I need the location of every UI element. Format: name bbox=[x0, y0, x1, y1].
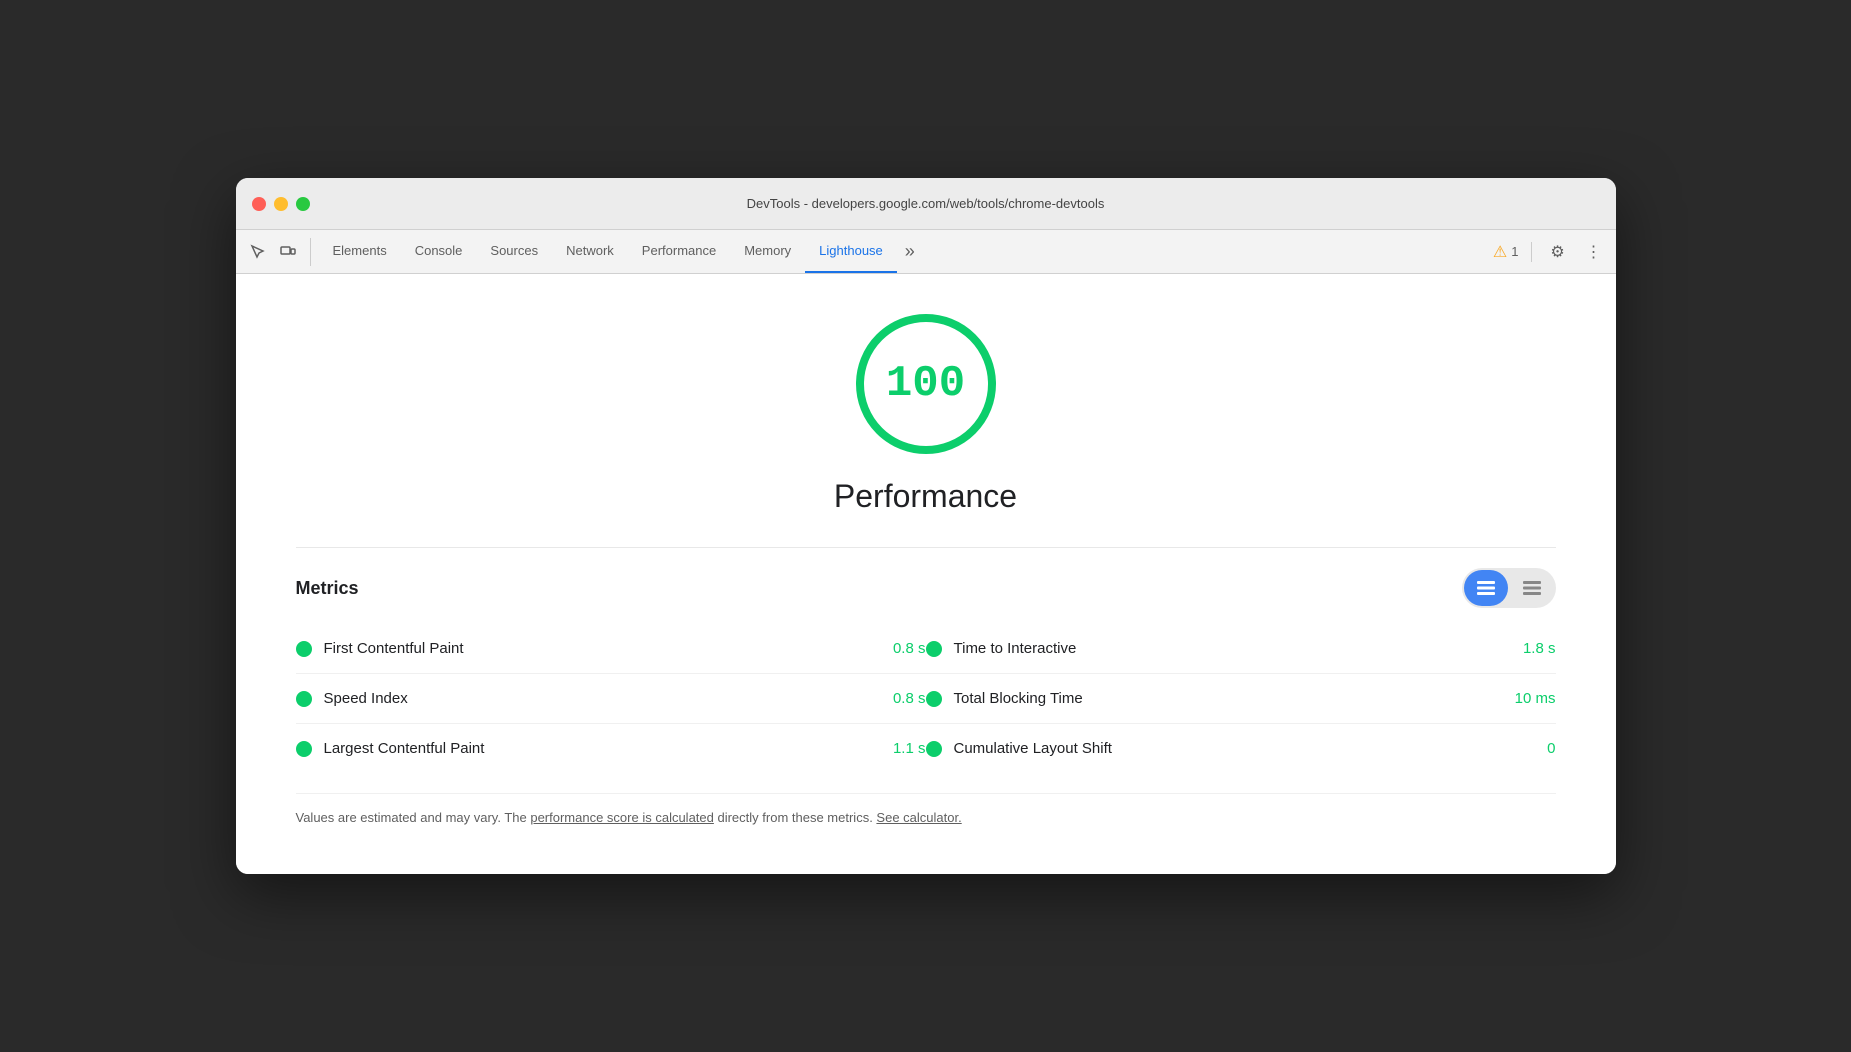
metric-dot-lcp bbox=[296, 741, 312, 757]
warning-count: 1 bbox=[1511, 244, 1518, 259]
more-tabs-button[interactable]: » bbox=[897, 230, 923, 273]
footer-text-before: Values are estimated and may vary. The bbox=[296, 810, 531, 825]
toolbar-right: ⚠ 1 ⚙ ⋮ bbox=[1493, 238, 1608, 266]
window-title: DevTools - developers.google.com/web/too… bbox=[747, 196, 1105, 211]
metric-value-lcp: 1.1 s bbox=[866, 740, 926, 757]
footer-note: Values are estimated and may vary. The p… bbox=[296, 793, 1556, 825]
metric-row-1: First Contentful Paint 0.8 s Time to Int… bbox=[296, 624, 1556, 674]
tab-memory[interactable]: Memory bbox=[730, 230, 805, 273]
list-view-button[interactable] bbox=[1464, 570, 1508, 606]
metric-cls: Cumulative Layout Shift 0 bbox=[926, 740, 1556, 757]
metric-lcp: Largest Contentful Paint 1.1 s bbox=[296, 740, 926, 757]
traffic-lights bbox=[252, 197, 310, 211]
metric-value-fcp: 0.8 s bbox=[866, 640, 926, 657]
settings-button[interactable]: ⚙ bbox=[1544, 238, 1572, 266]
tab-lighthouse[interactable]: Lighthouse bbox=[805, 230, 897, 273]
warning-badge[interactable]: ⚠ 1 bbox=[1493, 242, 1519, 262]
metric-tti: Time to Interactive 1.8 s bbox=[926, 640, 1556, 657]
close-button[interactable] bbox=[252, 197, 266, 211]
metric-si: Speed Index 0.8 s bbox=[296, 690, 926, 707]
metric-row-3: Largest Contentful Paint 1.1 s Cumulativ… bbox=[296, 724, 1556, 773]
main-content: 100 Performance Metrics bbox=[236, 274, 1616, 874]
warning-icon: ⚠ bbox=[1493, 242, 1507, 262]
metric-tbt: Total Blocking Time 10 ms bbox=[926, 690, 1556, 707]
metric-dot-cls bbox=[926, 741, 942, 757]
metric-dot-tti bbox=[926, 641, 942, 657]
metric-row-2: Speed Index 0.8 s Total Blocking Time 10… bbox=[296, 674, 1556, 724]
score-label: Performance bbox=[834, 478, 1017, 515]
metric-name-tbt: Total Blocking Time bbox=[954, 690, 1083, 707]
metrics-section: Metrics bbox=[296, 547, 1556, 773]
inspect-element-button[interactable] bbox=[244, 238, 272, 266]
metric-fcp: First Contentful Paint 0.8 s bbox=[296, 640, 926, 657]
footer-link-calculator[interactable]: See calculator. bbox=[876, 810, 961, 825]
score-value: 100 bbox=[886, 359, 965, 409]
metrics-grid: First Contentful Paint 0.8 s Time to Int… bbox=[296, 624, 1556, 773]
title-bar: DevTools - developers.google.com/web/too… bbox=[236, 178, 1616, 230]
tab-performance[interactable]: Performance bbox=[628, 230, 730, 273]
metric-name-cls: Cumulative Layout Shift bbox=[954, 740, 1112, 757]
view-toggle bbox=[1462, 568, 1556, 608]
metric-value-tti: 1.8 s bbox=[1496, 640, 1556, 657]
tab-sources[interactable]: Sources bbox=[476, 230, 552, 273]
metric-dot-tbt bbox=[926, 691, 942, 707]
footer-text-between: directly from these metrics. bbox=[714, 810, 877, 825]
metric-value-tbt: 10 ms bbox=[1496, 690, 1556, 707]
metric-value-si: 0.8 s bbox=[866, 690, 926, 707]
maximize-button[interactable] bbox=[296, 197, 310, 211]
metric-dot-fcp bbox=[296, 641, 312, 657]
chart-view-button[interactable] bbox=[1510, 570, 1554, 606]
devtools-toolbar: Elements Console Sources Network Perform… bbox=[236, 230, 1616, 274]
footer-link-score[interactable]: performance score is calculated bbox=[530, 810, 714, 825]
score-circle: 100 bbox=[856, 314, 996, 454]
tabs: Elements Console Sources Network Perform… bbox=[319, 230, 1493, 273]
metrics-header: Metrics bbox=[296, 568, 1556, 608]
metric-dot-si bbox=[296, 691, 312, 707]
metrics-title: Metrics bbox=[296, 578, 359, 599]
tab-elements[interactable]: Elements bbox=[319, 230, 401, 273]
metric-name-lcp: Largest Contentful Paint bbox=[324, 740, 485, 757]
device-toolbar-button[interactable] bbox=[274, 238, 302, 266]
tab-network[interactable]: Network bbox=[552, 230, 628, 273]
more-options-button[interactable]: ⋮ bbox=[1580, 238, 1608, 266]
metric-name-fcp: First Contentful Paint bbox=[324, 640, 464, 657]
metric-name-si: Speed Index bbox=[324, 690, 408, 707]
toolbar-icons bbox=[244, 238, 311, 266]
minimize-button[interactable] bbox=[274, 197, 288, 211]
toolbar-divider bbox=[1531, 242, 1532, 262]
devtools-window: DevTools - developers.google.com/web/too… bbox=[236, 178, 1616, 874]
score-container: 100 Performance bbox=[296, 314, 1556, 515]
tab-console[interactable]: Console bbox=[401, 230, 477, 273]
metric-value-cls: 0 bbox=[1496, 740, 1556, 757]
metric-name-tti: Time to Interactive bbox=[954, 640, 1077, 657]
